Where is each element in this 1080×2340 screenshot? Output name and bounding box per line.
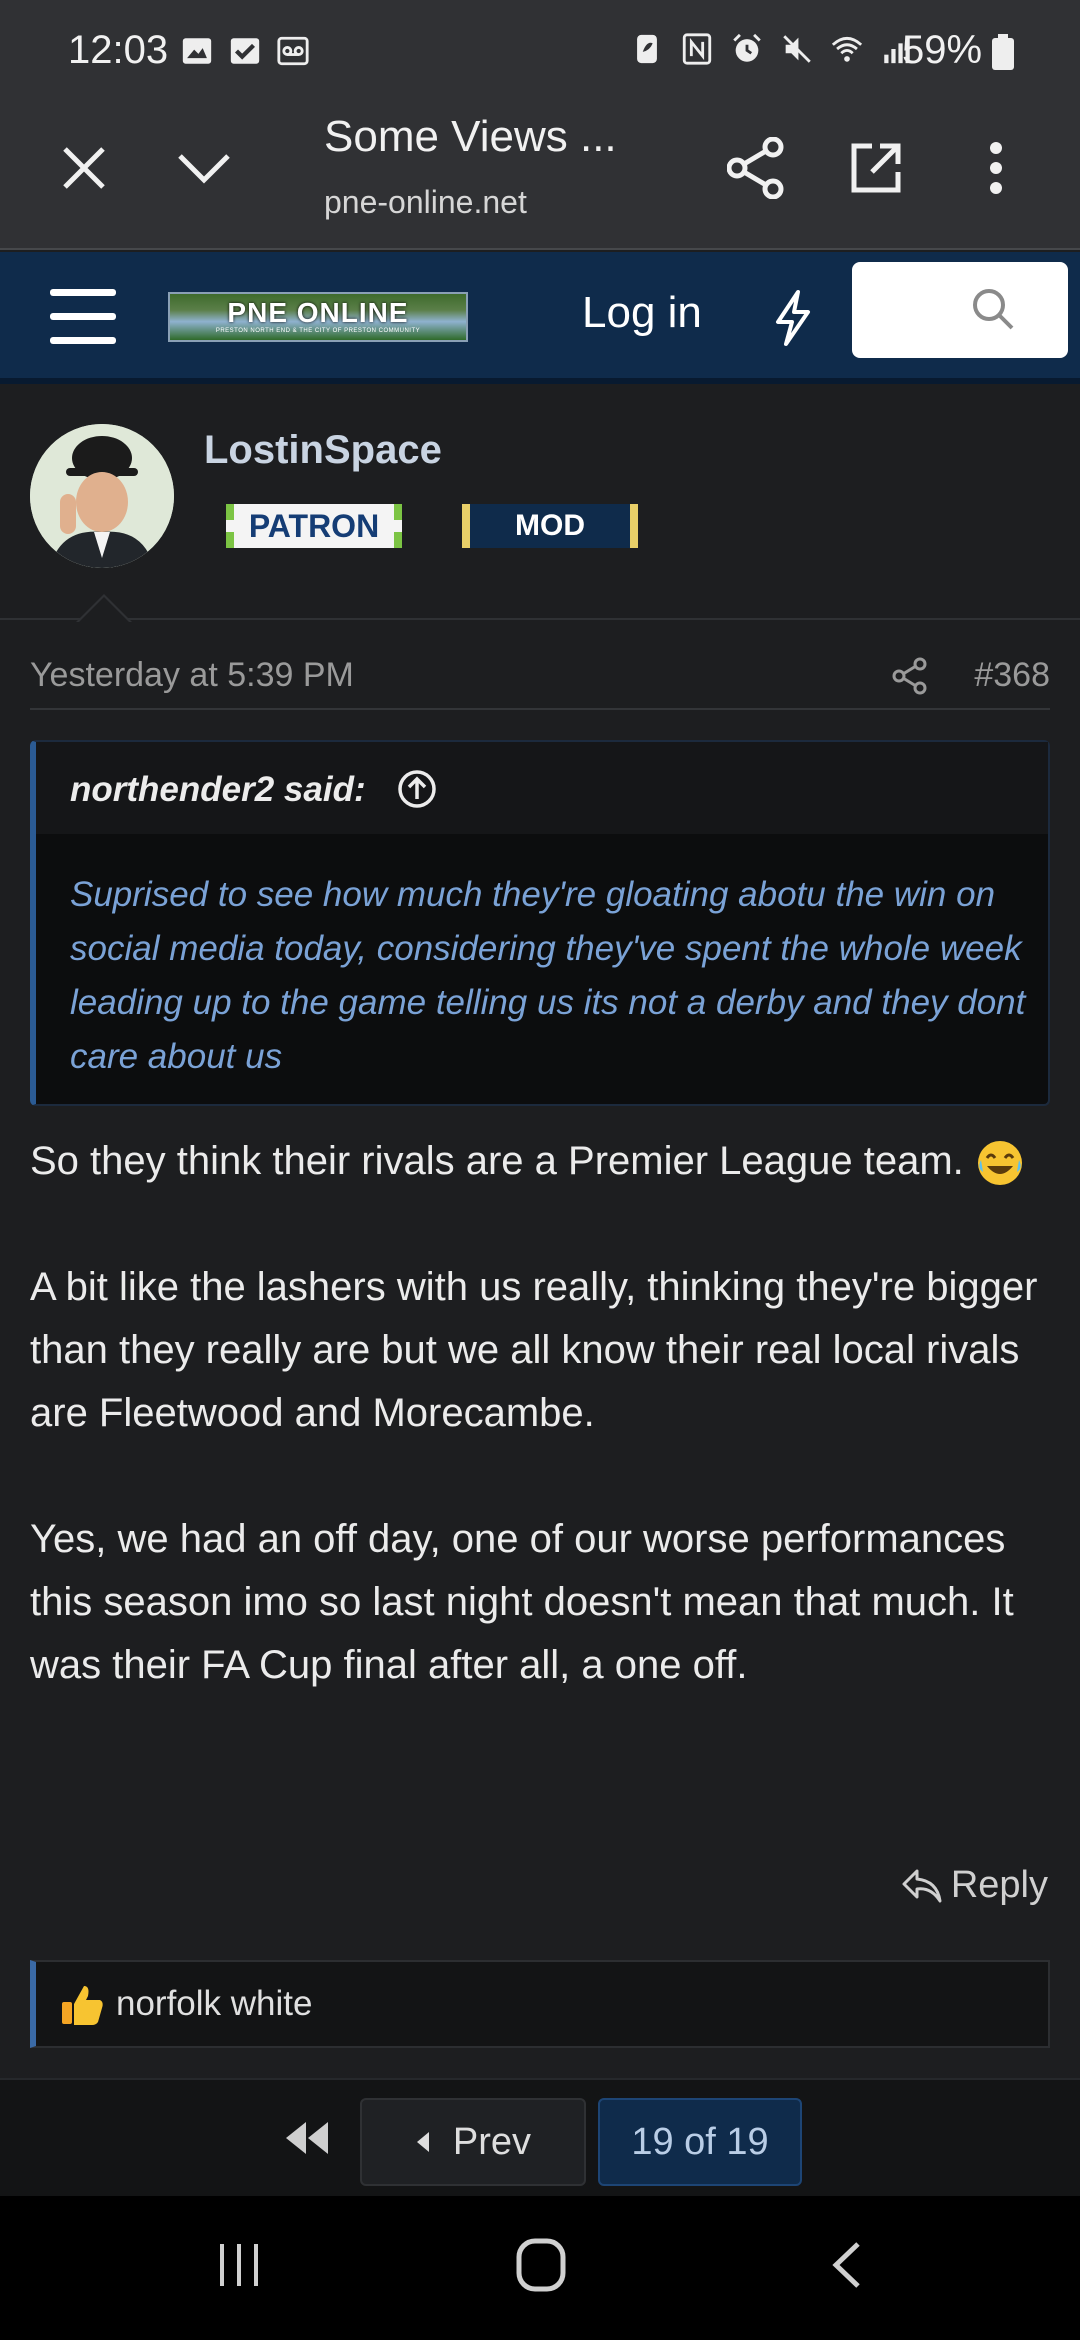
wifi-icon: [831, 36, 863, 62]
site-logo[interactable]: PNE ONLINE PRESTON NORTH END & THE CITY …: [168, 292, 468, 342]
logo-text: PNE ONLINE: [227, 297, 409, 328]
status-time: 12:03: [68, 28, 169, 72]
hamburger-line: [50, 289, 116, 296]
reply-label: Reply: [950, 1864, 1048, 1906]
quote-block: northender2 said: Suprised to see how mu…: [30, 740, 1050, 1106]
author-pointer: [76, 594, 132, 623]
whats-new-bolt-icon[interactable]: [770, 288, 816, 348]
quote-text: Suprised to see how much they're gloatin…: [70, 875, 1026, 1076]
alarm-icon: [733, 33, 761, 62]
login-link[interactable]: Log in: [582, 288, 702, 338]
search-button[interactable]: [852, 262, 1068, 358]
caret-left-icon: [416, 2132, 429, 2152]
hamburger-line: [50, 337, 116, 344]
battery-icon: [992, 34, 1014, 70]
check-icon: [230, 38, 260, 64]
post-message: So they think their rivals are a Premier…: [30, 1130, 1050, 1760]
menu-button[interactable]: [50, 289, 116, 349]
quote-author[interactable]: northender2 said:: [70, 770, 366, 810]
avatar-image: [30, 424, 174, 568]
avatar[interactable]: [30, 424, 174, 568]
post-meta: Yesterday at 5:39 PM #368: [30, 648, 1050, 710]
prev-page-button[interactable]: Prev: [360, 2098, 586, 2186]
message-paragraph: Yes, we had an off day, one of our worse…: [30, 1517, 1014, 1687]
share-button[interactable]: [716, 128, 796, 208]
thumbs-up-icon: [62, 1986, 103, 2025]
reaction-user[interactable]: norfolk white: [116, 1984, 312, 2024]
open-external-icon: [851, 143, 901, 193]
mod-badge: MOD: [462, 504, 638, 548]
tab-url: pne-online.net: [324, 184, 527, 220]
quote-header: northender2 said:: [36, 742, 1048, 834]
close-tab-button[interactable]: [44, 128, 124, 208]
search-icon: [973, 289, 1014, 330]
post-number[interactable]: #368: [974, 656, 1050, 695]
minimize-tab-button[interactable]: [164, 128, 244, 208]
post-date[interactable]: Yesterday at 5:39 PM: [30, 656, 354, 695]
system-nav-bar: [0, 2196, 1080, 2340]
site-header: PNE ONLINE PRESTON NORTH END & THE CITY …: [0, 252, 1080, 384]
nfc-icon: [682, 33, 712, 65]
laughing-emoji-icon: [977, 1141, 1022, 1186]
logo-subtext: PRESTON NORTH END & THE CITY OF PRESTON …: [215, 328, 421, 334]
reply-icon: [902, 1869, 942, 1902]
post-author-block: LostinSpace PATRON MOD: [0, 394, 1080, 623]
hamburger-line: [50, 313, 116, 320]
more-options-button[interactable]: [956, 128, 1036, 208]
tab-title: Some Views ...: [324, 112, 617, 161]
message-text: So they think their rivals are a Premier…: [30, 1139, 964, 1183]
recent-apps-icon[interactable]: [214, 2240, 264, 2290]
reply-button[interactable]: Reply: [901, 1864, 1048, 1907]
home-icon[interactable]: [516, 2238, 566, 2292]
back-icon[interactable]: [830, 2240, 864, 2290]
reactions-bar[interactable]: norfolk white: [30, 1960, 1050, 2048]
go-to-quote-icon[interactable]: [396, 768, 438, 810]
chevron-down-icon: [178, 154, 230, 184]
browser-tab-bar: Some Views ... pne-online.net: [0, 104, 1080, 250]
mute-icon: [783, 35, 811, 63]
share-icon: [727, 137, 784, 199]
message-paragraph: So they think their rivals are a Premier…: [30, 1130, 1050, 1193]
message-paragraph: A bit like the lashers with us really, t…: [30, 1265, 1038, 1435]
post-username[interactable]: LostinSpace: [204, 428, 442, 473]
battery-saver-icon: [637, 34, 657, 64]
gallery-icon: [182, 38, 212, 64]
open-in-browser-button[interactable]: [836, 128, 916, 208]
close-icon: [63, 147, 105, 189]
status-bar: 12:03 59%: [0, 0, 1080, 104]
more-vertical-icon: [990, 142, 1002, 194]
battery-percent: 59%: [902, 28, 983, 72]
share-post-icon[interactable]: [890, 656, 930, 696]
voicemail-icon: [277, 36, 309, 66]
pagination: Prev 19 of 19: [0, 2078, 1080, 2196]
patron-badge: PATRON: [226, 504, 402, 548]
first-page-icon[interactable]: [282, 2116, 332, 2160]
prev-label: Prev: [452, 2120, 532, 2163]
current-page-indicator[interactable]: 19 of 19: [598, 2098, 802, 2186]
